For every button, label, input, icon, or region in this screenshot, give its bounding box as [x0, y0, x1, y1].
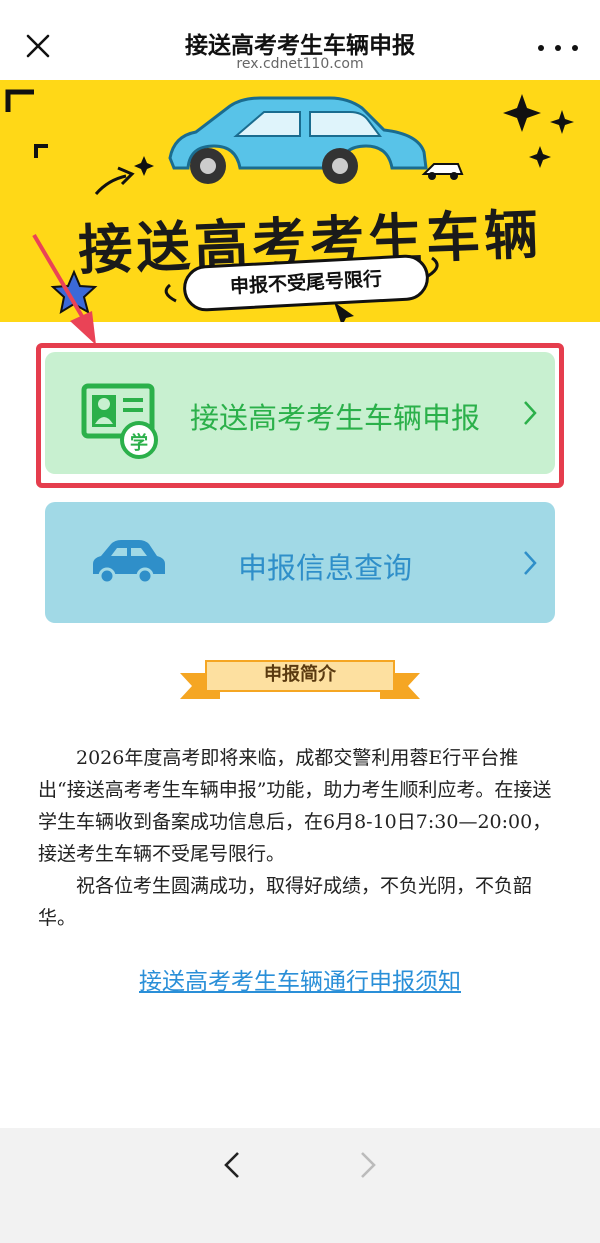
chevron-right-icon [524, 551, 537, 575]
intro-paragraph-1: 2026年度高考即将来临，成都交警利用蓉E行平台推出“接送高考考生车辆申报”功能… [38, 747, 552, 865]
apply-button[interactable]: 学 接送高考考生车辆申报 [45, 352, 555, 474]
top-bar: 接送高考考生车辆申报 rex.cdnet110.com [0, 0, 600, 80]
notice-link[interactable]: 接送高考考生车辆通行申报须知 [0, 962, 600, 996]
apply-button-label: 接送高考考生车辆申报 [190, 401, 481, 435]
intro-text: 2026年度高考即将来临，成都交警利用蓉E行平台推出“接送高考考生车辆申报”功能… [38, 742, 558, 934]
page-title: 接送高考考生车辆申报 [185, 33, 415, 59]
more-icon[interactable] [538, 40, 578, 56]
car-icon [93, 540, 165, 585]
page-url: rex.cdnet110.com [236, 56, 364, 72]
query-button[interactable]: 申报信息查询 [45, 502, 555, 623]
forward-icon[interactable] [356, 1150, 380, 1180]
intro-paragraph-2: 祝各位考生圆满成功，取得好成绩，不负光阴，不负韶华。 [38, 875, 533, 929]
bottom-toolbar [0, 1128, 600, 1243]
query-button-label: 申报信息查询 [238, 551, 413, 585]
student-badge: 学 [130, 433, 148, 454]
red-arrow-pointer [32, 233, 96, 345]
back-icon[interactable] [220, 1150, 244, 1180]
intro-ribbon-label: 申报简介 [264, 664, 336, 685]
chevron-right-icon [524, 401, 537, 425]
